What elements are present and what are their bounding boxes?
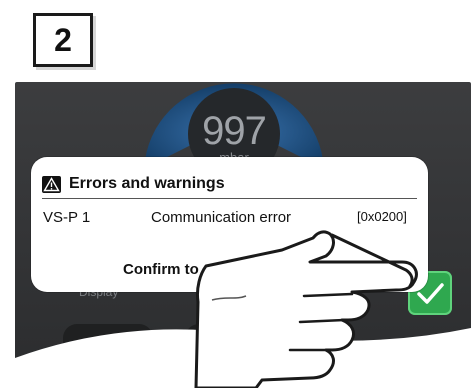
error-message: Communication error xyxy=(151,209,292,226)
dialog-title: Errors and warnings xyxy=(69,175,225,192)
step-number-badge: 2 xyxy=(33,13,93,67)
confirm-instruction[interactable]: Confirm to ackno xyxy=(123,261,246,278)
step-number: 2 xyxy=(54,21,72,58)
error-code: [0x0200] xyxy=(357,209,407,224)
error-device: VS-P 1 xyxy=(43,209,91,226)
dialog-divider xyxy=(42,198,417,199)
errors-warnings-dialog: Errors and warnings VS-P 1 Communication… xyxy=(31,157,428,292)
dialog-header: Errors and warnings xyxy=(42,173,417,195)
warning-triangle-icon xyxy=(42,175,61,193)
